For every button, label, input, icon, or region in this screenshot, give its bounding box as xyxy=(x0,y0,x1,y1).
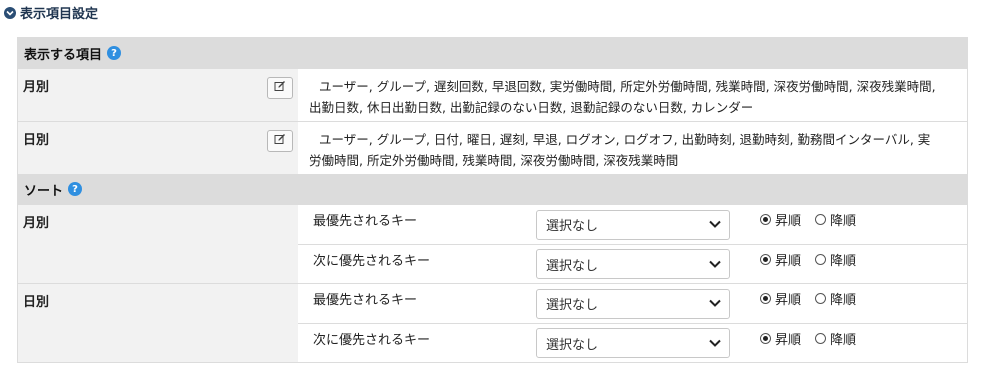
settings-panel: 表示する項目 ? 月別 ユーザー, グループ, 遅刻回数, 早退回数, 実労働時… xyxy=(17,37,968,363)
chevron-down-icon xyxy=(709,257,721,272)
chevron-down-circle-icon xyxy=(4,6,16,19)
sort-rows: 最優先されるキー 選択なし 昇順 降順 次に優先されるキー 選択なし 昇順 降順 xyxy=(298,284,967,362)
sort-key-label: 最優先されるキー xyxy=(313,214,418,229)
sort-key-label: 次に優先されるキー xyxy=(313,333,431,348)
chevron-down-icon xyxy=(709,336,721,351)
select-value: 選択なし xyxy=(546,337,599,353)
sort-key-select[interactable]: 選択なし xyxy=(536,209,730,240)
edit-daily-button[interactable] xyxy=(267,130,293,152)
sort-order-group: 昇順 降順 xyxy=(760,205,864,229)
desc-radio[interactable]: 降順 xyxy=(815,289,856,308)
display-row-label: 日別 xyxy=(18,122,298,174)
sort-key-select[interactable]: 選択なし xyxy=(536,328,730,358)
row-label-text: 月別 xyxy=(23,80,50,95)
radio-label: 昇順 xyxy=(775,214,802,229)
sort-key-label: 次に優先されるキー xyxy=(313,254,431,269)
section-toggle[interactable]: 表示項目設定 xyxy=(4,3,98,22)
edit-icon xyxy=(274,80,286,96)
sort-key-row: 次に優先されるキー 選択なし 昇順 降順 xyxy=(298,323,967,362)
radio-label: 昇順 xyxy=(775,333,802,348)
chevron-down-icon xyxy=(709,217,721,232)
sort-key-label: 最優先されるキー xyxy=(313,293,418,308)
radio-label: 昇順 xyxy=(775,293,802,308)
sort-rows: 最優先されるキー 選択なし 昇順 降順 次に優先されるキー 選択なし 昇順 降順 xyxy=(298,205,967,283)
sort-key-select[interactable]: 選択なし xyxy=(536,288,730,319)
sort-order-group: 昇順 降順 xyxy=(760,284,864,308)
sort-block-label: 月別 xyxy=(18,205,298,283)
section-title: 表示項目設定 xyxy=(20,7,99,22)
radio-label: 降順 xyxy=(830,254,857,269)
sort-key-row: 最優先されるキー 選択なし 昇順 降順 xyxy=(298,205,967,244)
sort-key-row: 次に優先されるキー 選択なし 昇順 降順 xyxy=(298,244,967,283)
desc-radio[interactable]: 降順 xyxy=(815,329,856,348)
sort-key-row: 最優先されるキー 選択なし 昇順 降順 xyxy=(298,284,967,323)
display-items-title: 表示する項目 xyxy=(24,47,103,63)
display-row-daily: 日別 ユーザー, グループ, 日付, 曜日, 遅刻, 早退, ログオン, ログオ… xyxy=(18,121,967,174)
radio-checked-icon xyxy=(760,254,771,265)
desc-radio[interactable]: 降順 xyxy=(815,210,856,229)
display-settings-page: 表示項目設定 表示する項目 ? 月別 ユーザー, グループ, 遅刻回数, 早退回… xyxy=(0,0,983,374)
radio-checked-icon xyxy=(760,333,771,344)
help-icon[interactable]: ? xyxy=(107,46,122,60)
select-value: 選択なし xyxy=(546,258,599,274)
display-row-label: 月別 xyxy=(18,69,298,121)
value-line: ユーザー, グループ, 遅刻回数, 早退回数, 実労働時間, 所定外労働時間, … xyxy=(319,79,936,94)
radio-label: 降順 xyxy=(830,333,857,348)
asc-radio[interactable]: 昇順 xyxy=(760,210,801,229)
value-line: 労働時間, 所定外労働時間, 残業時間, 深夜労働時間, 深夜残業時間 xyxy=(309,153,679,168)
display-row-value: ユーザー, グループ, 遅刻回数, 早退回数, 実労働時間, 所定外労働時間, … xyxy=(298,69,967,121)
sort-title: ソート xyxy=(24,183,64,199)
radio-unchecked-icon xyxy=(815,333,827,344)
radio-label: 降順 xyxy=(830,214,857,229)
sort-block-monthly: 月別 最優先されるキー 選択なし 昇順 降順 次に優先されるキー 選択なし 昇順… xyxy=(18,204,967,283)
display-items-header: 表示する項目 ? xyxy=(18,38,967,68)
select-value: 選択なし xyxy=(546,219,599,234)
radio-label: 降順 xyxy=(830,293,857,308)
value-line: ユーザー, グループ, 日付, 曜日, 遅刻, 早退, ログオン, ログオフ, … xyxy=(319,132,931,147)
asc-radio[interactable]: 昇順 xyxy=(760,250,801,269)
display-row-value: ユーザー, グループ, 日付, 曜日, 遅刻, 早退, ログオン, ログオフ, … xyxy=(298,122,967,174)
help-icon[interactable]: ? xyxy=(68,182,83,196)
value-line: 出勤日数, 休日出勤日数, 出勤記録のない日数, 退勤記録のない日数, カレンダ… xyxy=(309,100,754,115)
sort-block-daily: 日別 最優先されるキー 選択なし 昇順 降順 次に優先されるキー 選択なし 昇順… xyxy=(18,283,967,362)
select-value: 選択なし xyxy=(546,298,599,313)
desc-radio[interactable]: 降順 xyxy=(815,250,856,269)
sort-block-label: 日別 xyxy=(18,284,298,362)
edit-icon xyxy=(274,133,286,149)
radio-checked-icon xyxy=(760,293,771,304)
radio-label: 昇順 xyxy=(775,254,802,269)
radio-unchecked-icon xyxy=(815,293,827,304)
display-row-monthly: 月別 ユーザー, グループ, 遅刻回数, 早退回数, 実労働時間, 所定外労働時… xyxy=(18,68,967,121)
sort-order-group: 昇順 降順 xyxy=(760,324,864,348)
asc-radio[interactable]: 昇順 xyxy=(760,329,801,348)
asc-radio[interactable]: 昇順 xyxy=(760,289,801,308)
row-label-text: 日別 xyxy=(23,133,50,148)
radio-checked-icon xyxy=(760,214,771,225)
chevron-down-icon xyxy=(709,296,721,311)
radio-unchecked-icon xyxy=(815,214,827,225)
radio-unchecked-icon xyxy=(815,254,827,265)
sort-key-select[interactable]: 選択なし xyxy=(536,249,730,279)
sort-order-group: 昇順 降順 xyxy=(760,245,864,269)
sort-header: ソート ? xyxy=(18,174,967,204)
edit-monthly-button[interactable] xyxy=(267,77,293,99)
